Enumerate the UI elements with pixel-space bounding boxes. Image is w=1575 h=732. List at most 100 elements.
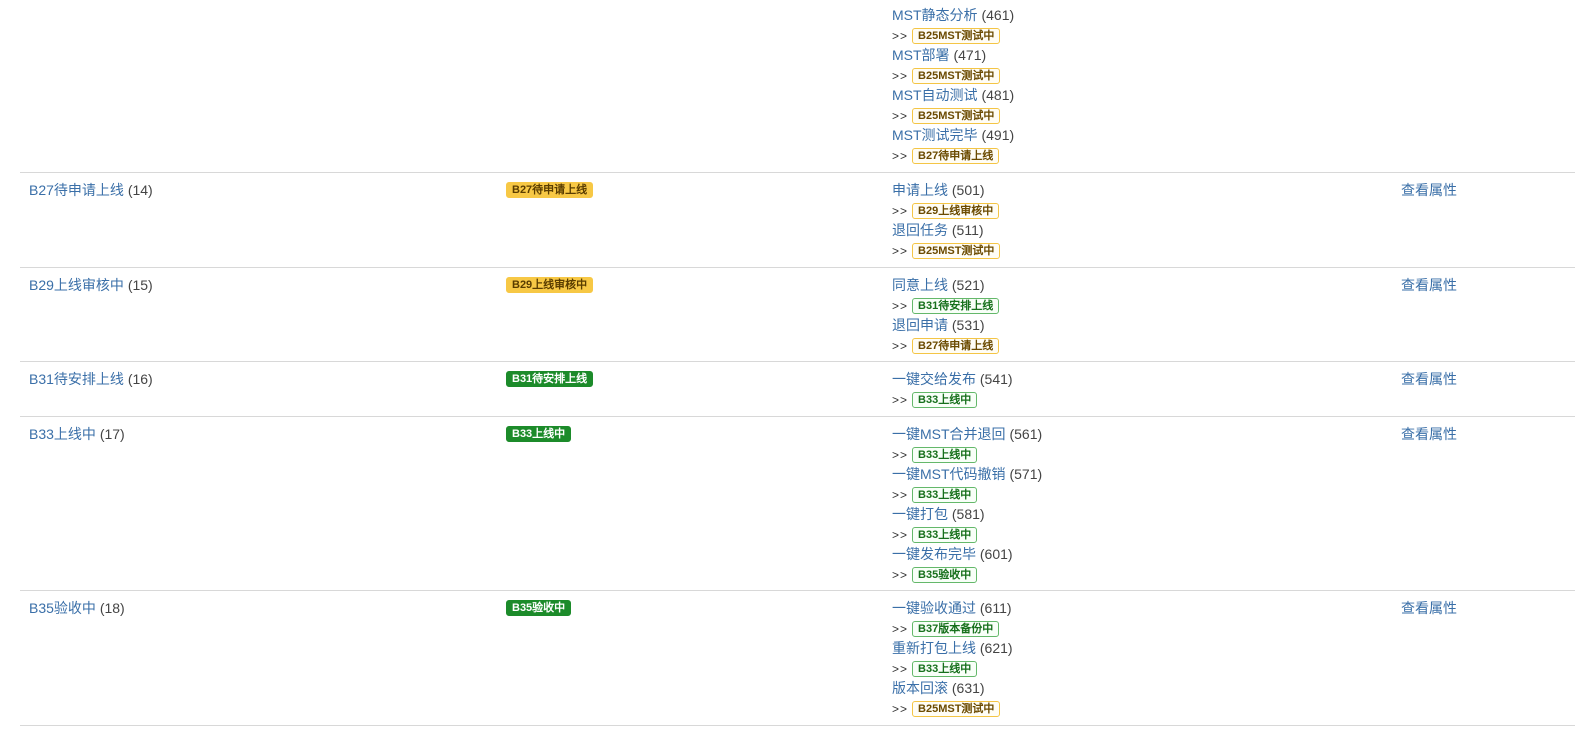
view-properties-cell: 查看属性 bbox=[1401, 598, 1457, 618]
transition-link[interactable]: 一键MST代码撤销 bbox=[892, 466, 1006, 482]
state-cell: B35验收中 (18) bbox=[29, 598, 125, 618]
arrow-text: >> bbox=[892, 448, 909, 462]
transition-link[interactable]: MST静态分析 bbox=[892, 7, 978, 23]
transition-count: (611) bbox=[979, 600, 1012, 616]
state-link[interactable]: B31待安排上线 bbox=[29, 371, 124, 387]
arrow-text: >> bbox=[892, 204, 909, 218]
view-properties-link[interactable]: 查看属性 bbox=[1401, 600, 1457, 616]
arrow-text: >> bbox=[892, 488, 909, 502]
state-cell: B27待申请上线 (14) bbox=[29, 180, 153, 200]
status-badge: B35验收中 bbox=[506, 600, 572, 617]
table-row: MST静态分析 (461) >> B25MST测试中 MST部署 (471) >>… bbox=[20, 0, 1575, 173]
transition-count: (471) bbox=[953, 47, 987, 63]
state-link[interactable]: B35验收中 bbox=[29, 600, 96, 616]
target-state-badge: B29上线审核中 bbox=[912, 203, 1000, 220]
transitions-cell: 同意上线 (521) >> B31待安排上线 退回申请 (531) >> B27待申… bbox=[892, 275, 1000, 355]
target-state-badge: B35验收中 bbox=[912, 567, 978, 584]
status-badge: B29上线审核中 bbox=[506, 277, 594, 294]
state-count: (16) bbox=[127, 371, 153, 387]
transition-link[interactable]: MST部署 bbox=[892, 47, 950, 63]
state-link[interactable]: B27待申请上线 bbox=[29, 182, 124, 198]
target-state-badge: B27待申请上线 bbox=[912, 338, 1000, 355]
state-count: (14) bbox=[127, 182, 153, 198]
view-properties-link[interactable]: 查看属性 bbox=[1401, 182, 1457, 198]
transition-count: (501) bbox=[951, 182, 985, 198]
state-count: (15) bbox=[127, 277, 153, 293]
arrow-text: >> bbox=[892, 393, 909, 407]
transitions-cell: 一键验收通过 (611) >> B37版本备份中 重新打包上线 (621) >> B… bbox=[892, 598, 1013, 718]
transition-link[interactable]: 一键打包 bbox=[892, 506, 948, 522]
transition-link[interactable]: 一键MST合并退回 bbox=[892, 426, 1006, 442]
transition-link[interactable]: 一键发布完毕 bbox=[892, 546, 976, 562]
arrow-text: >> bbox=[892, 149, 909, 163]
arrow-text: >> bbox=[892, 69, 909, 83]
target-state-badge: B27待申请上线 bbox=[912, 148, 1000, 165]
transition-link[interactable]: 同意上线 bbox=[892, 277, 948, 293]
table-row: B33上线中 (17) B33上线中 一键MST合并退回 (561) >> B33… bbox=[20, 417, 1575, 591]
state-count: (18) bbox=[99, 600, 125, 616]
target-state-badge: B33上线中 bbox=[912, 487, 978, 504]
transition-count: (541) bbox=[979, 371, 1013, 387]
arrow-text: >> bbox=[892, 662, 909, 676]
status-badge: B33上线中 bbox=[506, 426, 572, 443]
status-cell: B31待安排上线 bbox=[506, 370, 594, 388]
transition-link[interactable]: 版本回滚 bbox=[892, 680, 948, 696]
transition-link[interactable]: 退回任务 bbox=[892, 222, 948, 238]
transition-count: (511) bbox=[951, 222, 984, 238]
transition-link[interactable]: 退回申请 bbox=[892, 317, 948, 333]
target-state-badge: B25MST测试中 bbox=[912, 108, 1001, 125]
transition-count: (621) bbox=[979, 640, 1013, 656]
state-link[interactable]: B29上线审核中 bbox=[29, 277, 124, 293]
target-state-badge: B25MST测试中 bbox=[912, 68, 1001, 85]
transition-count: (561) bbox=[1009, 426, 1043, 442]
transitions-cell: 一键交给发布 (541) >> B33上线中 bbox=[892, 369, 1013, 409]
transition-count: (481) bbox=[981, 87, 1015, 103]
arrow-text: >> bbox=[892, 244, 909, 258]
status-badge: B31待安排上线 bbox=[506, 371, 594, 388]
target-state-badge: B33上线中 bbox=[912, 447, 978, 464]
status-cell: B35验收中 bbox=[506, 599, 572, 617]
transition-link[interactable]: 重新打包上线 bbox=[892, 640, 976, 656]
state-cell: B29上线审核中 (15) bbox=[29, 275, 153, 295]
arrow-text: >> bbox=[892, 622, 909, 636]
table-row: B35验收中 (18) B35验收中 一键验收通过 (611) >> B37版本备… bbox=[20, 591, 1575, 726]
target-state-badge: B31待安排上线 bbox=[912, 298, 1000, 315]
arrow-text: >> bbox=[892, 29, 909, 43]
arrow-text: >> bbox=[892, 568, 909, 582]
status-cell: B27待申请上线 bbox=[506, 181, 594, 199]
target-state-badge: B25MST测试中 bbox=[912, 28, 1001, 45]
view-properties-link[interactable]: 查看属性 bbox=[1401, 426, 1457, 442]
arrow-text: >> bbox=[892, 109, 909, 123]
arrow-text: >> bbox=[892, 528, 909, 542]
arrow-text: >> bbox=[892, 299, 909, 313]
target-state-badge: B25MST测试中 bbox=[912, 701, 1001, 718]
transitions-cell: 一键MST合并退回 (561) >> B33上线中 一键MST代码撤销 (571)… bbox=[892, 424, 1042, 584]
arrow-text: >> bbox=[892, 702, 909, 716]
state-cell: B31待安排上线 (16) bbox=[29, 369, 153, 389]
view-properties-cell: 查看属性 bbox=[1401, 180, 1457, 200]
transition-count: (581) bbox=[951, 506, 985, 522]
view-properties-link[interactable]: 查看属性 bbox=[1401, 277, 1457, 293]
state-cell: B33上线中 (17) bbox=[29, 424, 125, 444]
transition-link[interactable]: 申请上线 bbox=[892, 182, 948, 198]
transitions-cell: 申请上线 (501) >> B29上线审核中 退回任务 (511) >> B25MS… bbox=[892, 180, 1001, 260]
target-state-badge: B33上线中 bbox=[912, 527, 978, 544]
target-state-badge: B33上线中 bbox=[912, 392, 978, 409]
view-properties-cell: 查看属性 bbox=[1401, 369, 1457, 389]
transition-count: (461) bbox=[981, 7, 1015, 23]
transition-count: (571) bbox=[1009, 466, 1043, 482]
transition-count: (631) bbox=[951, 680, 985, 696]
transition-link[interactable]: MST自动测试 bbox=[892, 87, 978, 103]
target-state-badge: B25MST测试中 bbox=[912, 243, 1001, 260]
state-link[interactable]: B33上线中 bbox=[29, 426, 96, 442]
target-state-badge: B37版本备份中 bbox=[912, 621, 1000, 638]
transition-link[interactable]: 一键验收通过 bbox=[892, 600, 976, 616]
status-badge: B27待申请上线 bbox=[506, 182, 594, 199]
arrow-text: >> bbox=[892, 339, 909, 353]
table-row: B31待安排上线 (16) B31待安排上线 一键交给发布 (541) >> B3… bbox=[20, 362, 1575, 417]
transition-link[interactable]: MST测试完毕 bbox=[892, 127, 978, 143]
transition-count: (531) bbox=[951, 317, 985, 333]
transition-link[interactable]: 一键交给发布 bbox=[892, 371, 976, 387]
transitions-cell: MST静态分析 (461) >> B25MST测试中 MST部署 (471) >>… bbox=[892, 5, 1014, 165]
view-properties-link[interactable]: 查看属性 bbox=[1401, 371, 1457, 387]
